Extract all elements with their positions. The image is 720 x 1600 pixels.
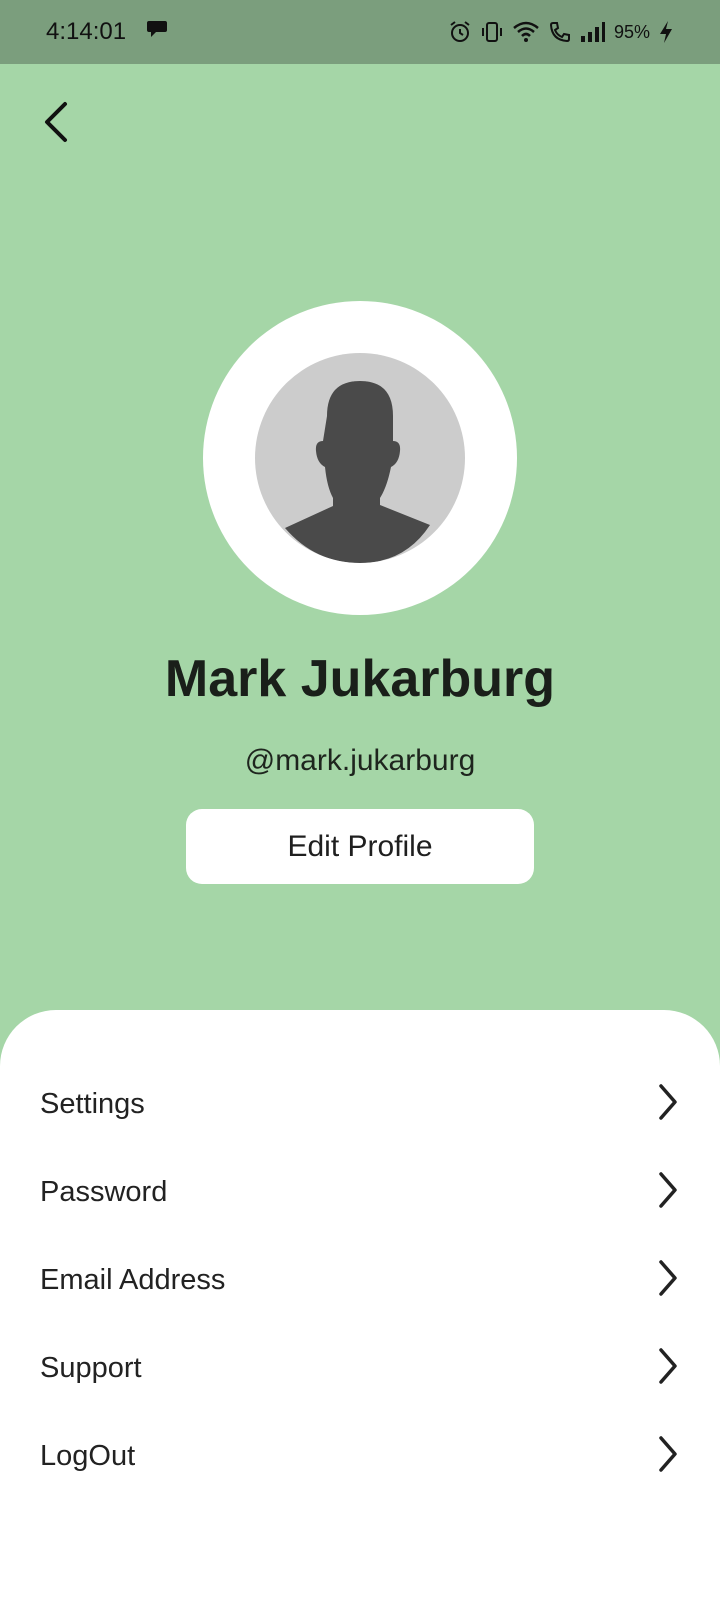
menu-sheet: Settings Password Email Address Support …: [0, 1010, 720, 1600]
avatar[interactable]: [255, 353, 465, 563]
wifi-call-icon: [548, 20, 572, 44]
back-button[interactable]: [34, 94, 78, 154]
charging-icon: [658, 20, 674, 44]
menu-item-support[interactable]: Support: [0, 1324, 720, 1412]
edit-profile-button[interactable]: Edit Profile: [186, 809, 534, 884]
chevron-right-icon: [656, 1170, 680, 1215]
person-silhouette-icon: [255, 381, 465, 563]
profile-handle: @mark.jukarburg: [244, 744, 476, 777]
avatar-ring: [203, 301, 517, 615]
wifi-icon: [512, 20, 540, 44]
back-arrow-icon: [41, 100, 71, 149]
status-bar: 4:14:01 95%: [0, 0, 720, 64]
menu-item-label: Email Address: [40, 1263, 226, 1296]
chevron-right-icon: [656, 1082, 680, 1127]
alarm-icon: [448, 20, 472, 44]
menu-item-settings[interactable]: Settings: [0, 1060, 720, 1148]
menu-item-label: Settings: [40, 1087, 145, 1120]
signal-icon: [580, 20, 606, 44]
menu-item-email-address[interactable]: Email Address: [0, 1236, 720, 1324]
chevron-right-icon: [656, 1434, 680, 1479]
chevron-right-icon: [656, 1346, 680, 1391]
menu-item-label: Support: [40, 1351, 142, 1384]
menu-item-label: LogOut: [40, 1439, 136, 1472]
profile-name: Mark Jukarburg: [164, 650, 556, 708]
status-right: 95%: [448, 20, 674, 44]
status-time: 4:14:01: [46, 18, 127, 45]
battery-percent: 95%: [613, 21, 650, 42]
menu-item-label: Password: [40, 1175, 168, 1208]
menu-item-password[interactable]: Password: [0, 1148, 720, 1236]
chat-bubble-icon: [146, 18, 168, 46]
menu-item-logout[interactable]: LogOut: [0, 1412, 720, 1500]
profile-header: Mark Jukarburg @mark.jukarburg Edit Prof…: [0, 64, 720, 1010]
chevron-right-icon: [656, 1258, 680, 1303]
status-left: 4:14:01: [46, 18, 168, 46]
vibrate-icon: [480, 20, 504, 44]
